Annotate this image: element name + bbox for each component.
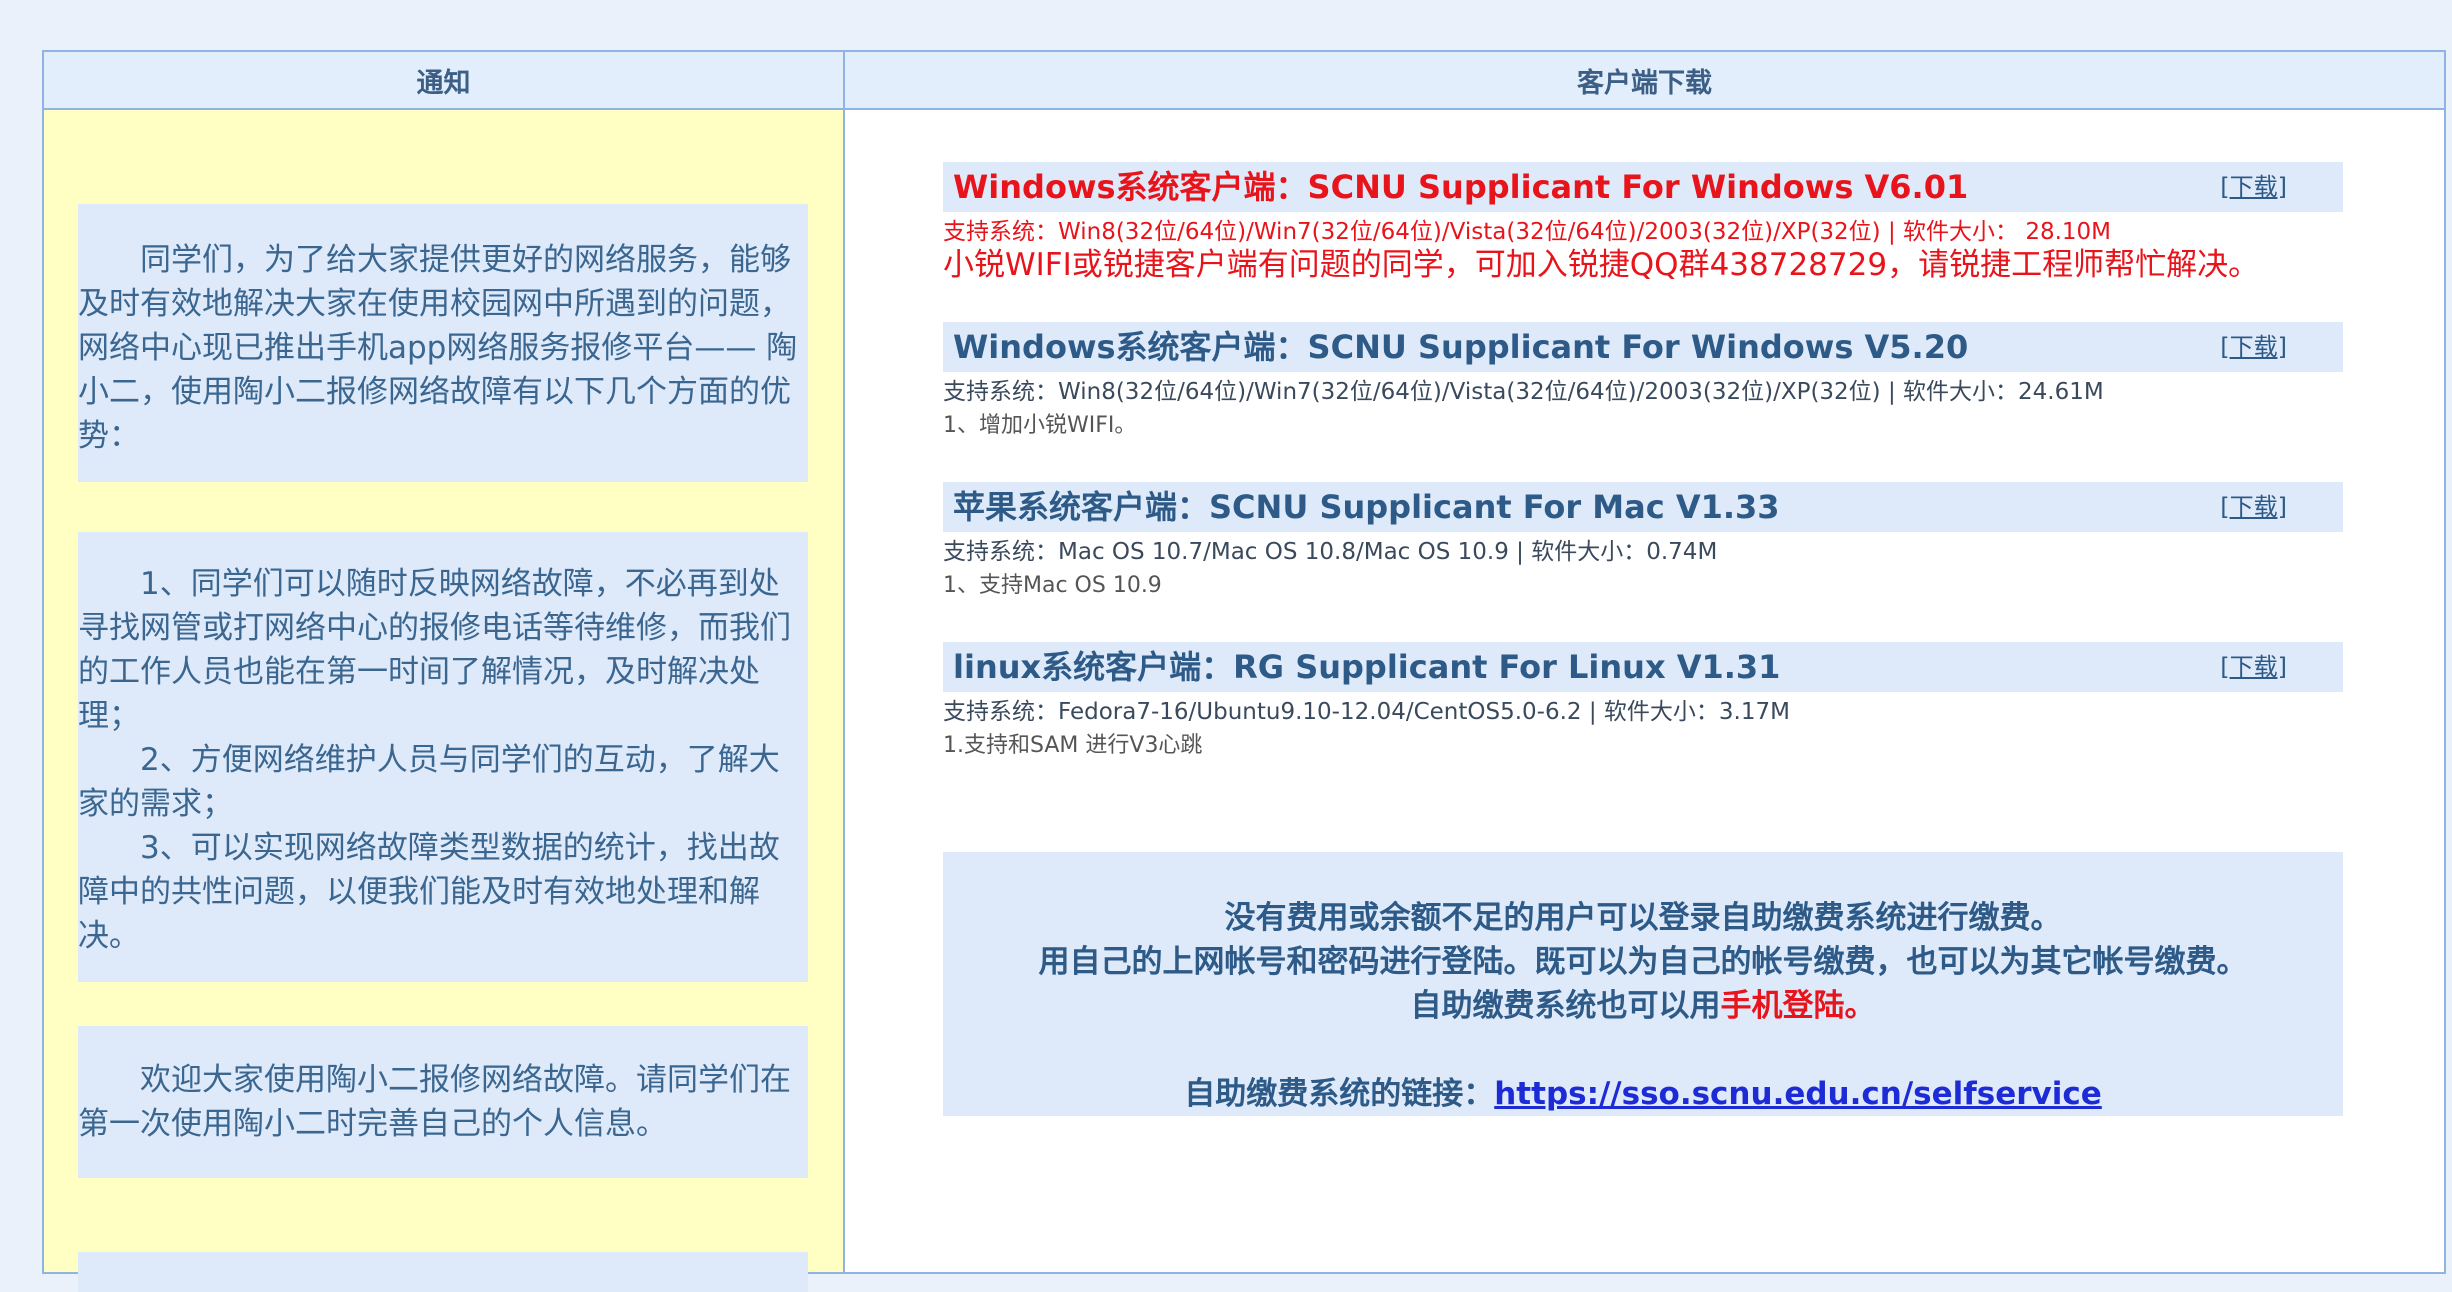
download-item-mac: 苹果系统客户端：SCNU Supplicant For Mac V1.33 [下… (943, 482, 2343, 532)
download-item-windows-v520: Windows系统客户端：SCNU Supplicant For Windows… (943, 322, 2343, 372)
content-table: 通知 客户端下载 同学们，为了给大家提供更好的网络服务，能够及时有效地解决大家在… (42, 50, 2446, 1292)
notice-paragraph: 3、可以实现网络故障类型数据的统计，找出故障中的共性问题，以便我们能及时有效地处… (78, 830, 780, 954)
self-service-link[interactable]: https://sso.scnu.edu.cn/selfservice (1494, 1076, 2102, 1112)
download-note: 1、支持Mac OS 10.9 (943, 573, 1162, 598)
payment-line: 没有费用或余额不足的用户可以登录自助缴费系统进行缴费。 (1224, 900, 2062, 936)
download-link[interactable]: [下载] (2220, 642, 2287, 692)
notice-block-advantages: 1、同学们可以随时反映网络故障，不必再到处寻找网管或打网络中心的报修电话等待维修… (78, 532, 808, 982)
mobile-login-highlight: 手机登陆。 (1720, 988, 1876, 1024)
download-system-info: 支持系统：Win8(32位/64位)/Win7(32位/64位)/Vista(3… (943, 379, 2104, 405)
download-note: 1.支持和SAM 进行V3心跳 (943, 733, 1203, 758)
download-link[interactable]: [下载] (2220, 322, 2287, 372)
download-title: linux系统客户端：RG Supplicant For Linux V1.31 (953, 648, 1781, 686)
notice-paragraph: 1、同学们可以随时反映网络故障，不必再到处寻找网管或打网络中心的报修电话等待维修… (78, 566, 791, 734)
download-link[interactable]: [下载] (2220, 162, 2287, 212)
notice-paragraph: 同学们，为了给大家提供更好的网络服务，能够及时有效地解决大家在使用校园网中所遇到… (78, 242, 798, 454)
download-title: 苹果系统客户端：SCNU Supplicant For Mac V1.33 (953, 488, 1780, 526)
ruijie-support-warning: 小锐WIFI或锐捷客户端有问题的同学，可加入锐捷QQ群438728729，请锐捷… (943, 247, 2260, 283)
download-system-info: 支持系统：Fedora7-16/Ubuntu9.10-12.04/CentOS5… (943, 699, 1790, 725)
payment-line: 用自己的上网帐号和密码进行登陆。既可以为自己的帐号缴费，也可以为其它帐号缴费。 (1038, 944, 2248, 980)
notice-column: 同学们，为了给大家提供更好的网络服务，能够及时有效地解决大家在使用校园网中所遇到… (44, 110, 843, 1292)
notice-block-intro: 同学们，为了给大家提供更好的网络服务，能够及时有效地解决大家在使用校园网中所遇到… (78, 204, 808, 482)
download-column: Windows系统客户端：SCNU Supplicant For Windows… (845, 110, 2444, 1272)
download-title: Windows系统客户端：SCNU Supplicant For Windows… (953, 168, 1969, 206)
self-service-payment-box: 没有费用或余额不足的用户可以登录自助缴费系统进行缴费。 用自己的上网帐号和密码进… (943, 852, 2343, 1116)
notice-paragraph: 欢迎大家使用陶小二报修网络故障。请同学们在第一次使用陶小二时完善自己的个人信息。 (78, 1062, 791, 1142)
payment-line-text: 自助缴费系统也可以用 (1410, 988, 1721, 1024)
notice-header: 通知 (416, 67, 471, 99)
download-link[interactable]: [下载] (2220, 482, 2287, 532)
table-header: 通知 客户端下载 (44, 52, 2444, 110)
notice-paragraph: 2、方便网络维护人员与同学们的互动，了解大家的需求； (78, 742, 780, 822)
payment-link-line: 自助缴费系统的链接：https://sso.scnu.edu.cn/selfse… (943, 1072, 2343, 1116)
download-title: Windows系统客户端：SCNU Supplicant For Windows… (953, 328, 1969, 366)
client-download-header: 客户端下载 (1577, 67, 1712, 99)
notice-block-welcome: 欢迎大家使用陶小二报修网络故障。请同学们在第一次使用陶小二时完善自己的个人信息。 (78, 1026, 808, 1178)
notice-block-partial (78, 1252, 808, 1292)
download-item-windows-v601: Windows系统客户端：SCNU Supplicant For Windows… (943, 162, 2343, 212)
payment-line: 自助缴费系统也可以用手机登陆。 (943, 984, 2343, 1028)
payment-link-label: 自助缴费系统的链接： (1184, 1076, 1495, 1112)
download-item-linux: linux系统客户端：RG Supplicant For Linux V1.31… (943, 642, 2343, 692)
download-system-info: 支持系统：Mac OS 10.7/Mac OS 10.8/Mac OS 10.9… (943, 539, 1718, 565)
download-note: 1、增加小锐WIFI。 (943, 413, 1137, 438)
